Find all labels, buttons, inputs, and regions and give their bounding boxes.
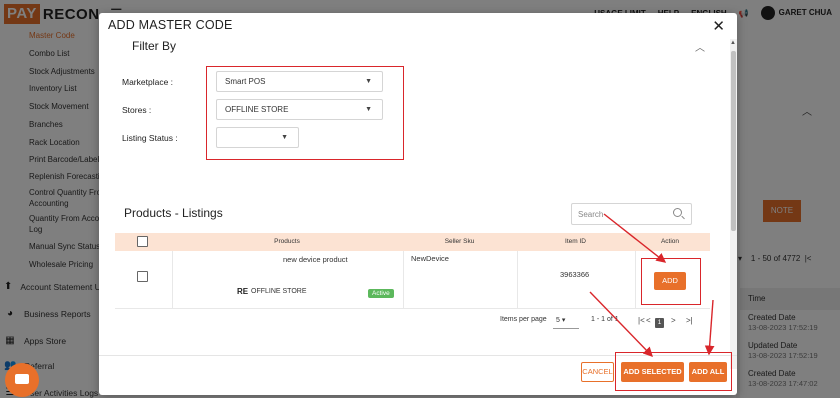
search-input[interactable]: [572, 204, 662, 224]
caret-down-icon: ▼: [365, 106, 372, 113]
caret-down-icon: ▼: [281, 134, 288, 141]
product-name: new device product: [283, 255, 348, 264]
add-all-button[interactable]: ADD ALL: [689, 362, 727, 382]
store-name: OFFLINE STORE: [251, 288, 307, 295]
caret-down-icon: ▼: [365, 78, 372, 85]
store-badge: RE: [237, 287, 249, 296]
marketplace-value: Smart POS: [225, 77, 266, 86]
select-all-checkbox[interactable]: [137, 236, 148, 247]
status-badge: Active: [368, 289, 394, 298]
header-action: Action: [660, 238, 680, 245]
add-master-code-dialog: ADD MASTER CODE ✕ ▲ Filter By ︿ Marketpl…: [99, 13, 737, 395]
listing-status-select[interactable]: ▼: [216, 127, 299, 148]
add-button[interactable]: ADD: [654, 272, 686, 290]
column-divider: [403, 251, 404, 309]
stores-select[interactable]: OFFLINE STORE ▼: [216, 99, 383, 120]
search-icon[interactable]: [673, 208, 682, 217]
scroll-up-icon[interactable]: ▲: [730, 40, 736, 46]
table-header: Products Seller Sku Item ID Action: [115, 233, 710, 251]
header-seller-sku: Seller Sku: [444, 238, 475, 245]
header-products: Products: [274, 238, 300, 245]
pager-range: 1 - 1 of 1: [591, 316, 619, 323]
marketplace-label: Marketplace :: [122, 77, 174, 87]
cancel-button[interactable]: CANCEL: [581, 362, 614, 382]
stores-label: Stores :: [122, 105, 152, 115]
items-per-page-select[interactable]: 5 ▾: [553, 314, 579, 329]
table-row: new device product RE OFFLINE STORE Acti…: [115, 251, 710, 309]
next-page-icon[interactable]: >: [671, 316, 676, 325]
stores-value: OFFLINE STORE: [225, 105, 289, 114]
prev-page-icon[interactable]: <: [646, 316, 651, 325]
scrollbar-thumb[interactable]: [731, 51, 736, 231]
filter-heading: Filter By: [132, 39, 177, 53]
items-per-page-value: 5: [556, 317, 560, 324]
collapse-icon[interactable]: ︿: [695, 39, 705, 54]
item-id: 3963366: [560, 270, 590, 279]
row-checkbox[interactable]: [137, 271, 148, 282]
items-per-page-label: Items per page: [500, 316, 547, 323]
marketplace-select[interactable]: Smart POS ▼: [216, 71, 383, 92]
search-field[interactable]: [571, 203, 692, 225]
column-divider: [635, 251, 636, 309]
last-page-icon[interactable]: >|: [686, 316, 693, 325]
seller-sku: NewDevice: [411, 254, 449, 263]
first-page-icon[interactable]: |<: [638, 316, 645, 325]
listing-status-label: Listing Status :: [122, 133, 178, 143]
close-icon[interactable]: ✕: [712, 17, 725, 35]
column-divider: [172, 251, 173, 309]
current-page[interactable]: 1: [655, 318, 664, 328]
dialog-title: ADD MASTER CODE: [108, 18, 233, 32]
header-item-id: Item ID: [565, 238, 586, 245]
column-divider: [517, 251, 518, 309]
chat-icon[interactable]: [5, 363, 39, 397]
add-selected-button[interactable]: ADD SELECTED: [621, 362, 684, 382]
products-listings-title: Products - Listings: [124, 206, 223, 220]
